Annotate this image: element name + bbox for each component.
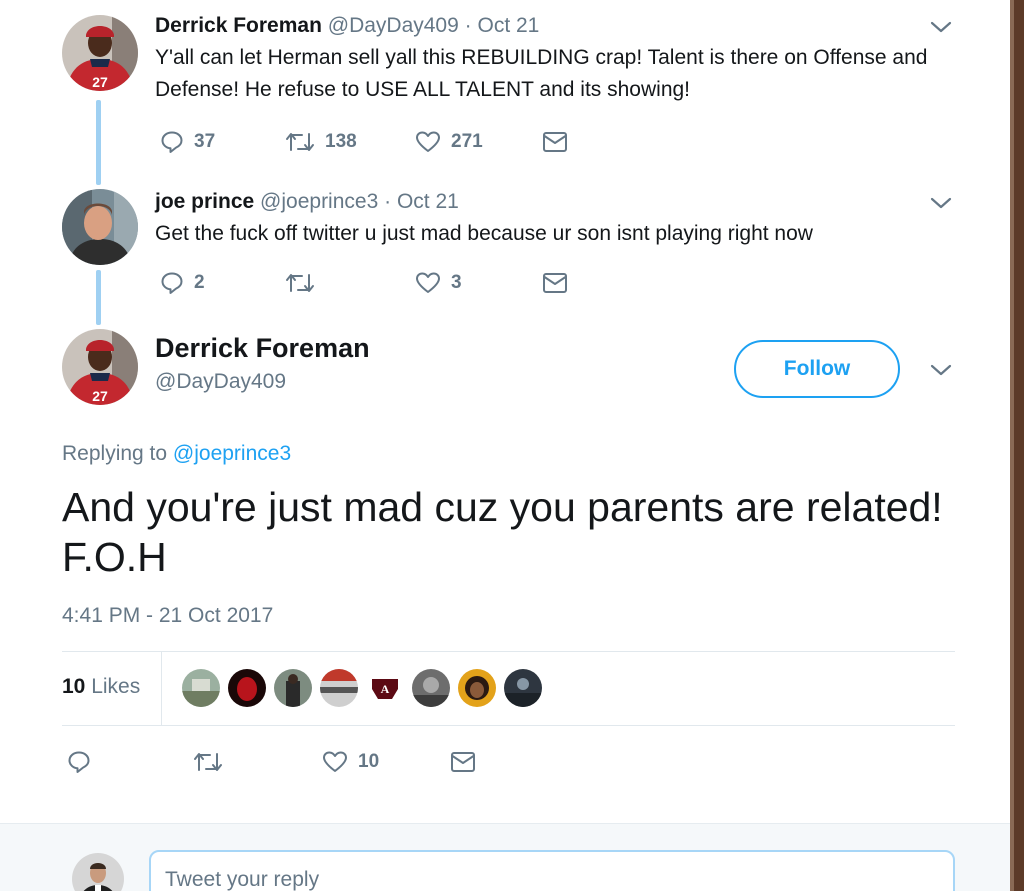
chevron-down-icon[interactable]	[928, 361, 954, 379]
direct-message-button[interactable]	[450, 749, 476, 775]
separator: ·	[464, 14, 472, 37]
author-handle[interactable]: @DayDay409	[328, 14, 459, 37]
likes-number: 10	[62, 675, 86, 698]
reply-button[interactable]: 37	[160, 129, 215, 155]
tweet-date[interactable]: Oct 21	[477, 14, 539, 37]
liker-avatar[interactable]	[182, 669, 220, 707]
reply-button[interactable]: 2	[160, 270, 205, 296]
chevron-down-icon[interactable]	[928, 194, 954, 212]
tweet-header: joe prince @joeprince3 · Oct 21	[155, 189, 459, 215]
heart-icon	[323, 751, 347, 772]
follow-button[interactable]: Follow	[734, 340, 900, 398]
likes-stat[interactable]: 10 Likes	[62, 673, 140, 701]
avatar[interactable]: 27	[62, 329, 138, 405]
retweet-count: 138	[325, 131, 357, 152]
heart-icon	[416, 131, 440, 152]
reply-count: 37	[194, 131, 216, 152]
avatar[interactable]	[62, 189, 138, 265]
reply-icon	[161, 131, 183, 153]
replying-prefix: Replying to	[62, 442, 168, 465]
retweet-icon	[194, 753, 222, 771]
svg-text:A: A	[381, 682, 390, 696]
like-button[interactable]: 271	[415, 129, 483, 155]
author-name[interactable]: Derrick Foreman	[155, 330, 370, 366]
like-count: 10	[358, 751, 380, 772]
divider	[161, 651, 162, 725]
tweet-header: Derrick Foreman @DayDay409 · Oct 21	[155, 13, 539, 39]
divider	[62, 651, 955, 652]
direct-message-icon	[543, 273, 567, 293]
author-name[interactable]: Derrick Foreman	[155, 14, 322, 37]
author-handle[interactable]: @joeprince3	[260, 190, 378, 213]
avatar[interactable]: 27	[62, 15, 138, 91]
tweet-text: And you're just mad cuz you parents are …	[62, 484, 943, 580]
retweet-button[interactable]	[193, 749, 223, 775]
direct-message-button[interactable]	[542, 270, 568, 296]
direct-message-icon	[451, 752, 475, 772]
liker-avatar[interactable]: A	[366, 669, 404, 707]
like-count: 271	[451, 131, 483, 152]
reply-icon	[161, 272, 183, 294]
divider	[62, 725, 955, 726]
retweet-button[interactable]	[285, 270, 325, 296]
author-handle[interactable]: @DayDay409	[155, 368, 286, 396]
reply-button[interactable]	[67, 749, 91, 775]
retweet-icon	[286, 274, 314, 292]
thread-line	[96, 100, 101, 185]
reply-icon	[68, 751, 90, 773]
tweet-timestamp[interactable]: 4:41 PM - 21 Oct 2017	[62, 602, 273, 630]
direct-message-icon	[543, 132, 567, 152]
liker-avatar[interactable]	[228, 669, 266, 707]
thread-line	[96, 270, 101, 325]
like-button[interactable]: 10	[322, 749, 379, 775]
svg-text:27: 27	[92, 74, 108, 90]
chevron-down-icon[interactable]	[928, 18, 954, 36]
background-edge	[1010, 0, 1024, 891]
separator: ·	[384, 190, 392, 213]
tweet-date[interactable]: Oct 21	[397, 190, 459, 213]
replying-handle-link[interactable]: @joeprince3	[173, 442, 291, 465]
reply-input[interactable]	[149, 850, 955, 891]
liker-avatar[interactable]	[320, 669, 358, 707]
replying-to: Replying to @joeprince3	[62, 440, 291, 468]
likes-word: Likes	[91, 675, 141, 698]
heart-icon	[416, 272, 440, 293]
tweet-text: Y'all can let Herman sell yall this REBU…	[155, 46, 928, 101]
retweet-icon	[286, 133, 314, 151]
liker-avatar[interactable]	[458, 669, 496, 707]
like-count: 3	[451, 272, 462, 293]
retweet-button[interactable]: 138	[285, 129, 357, 155]
direct-message-button[interactable]	[542, 129, 568, 155]
tweet-text: Get the fuck off twitter u just mad beca…	[155, 222, 813, 245]
liker-avatar[interactable]	[412, 669, 450, 707]
reply-count: 2	[194, 272, 205, 293]
liker-avatar[interactable]	[274, 669, 312, 707]
liker-avatar[interactable]	[504, 669, 542, 707]
like-button[interactable]: 3	[415, 270, 462, 296]
svg-text:27: 27	[92, 388, 108, 404]
author-name[interactable]: joe prince	[155, 190, 254, 213]
